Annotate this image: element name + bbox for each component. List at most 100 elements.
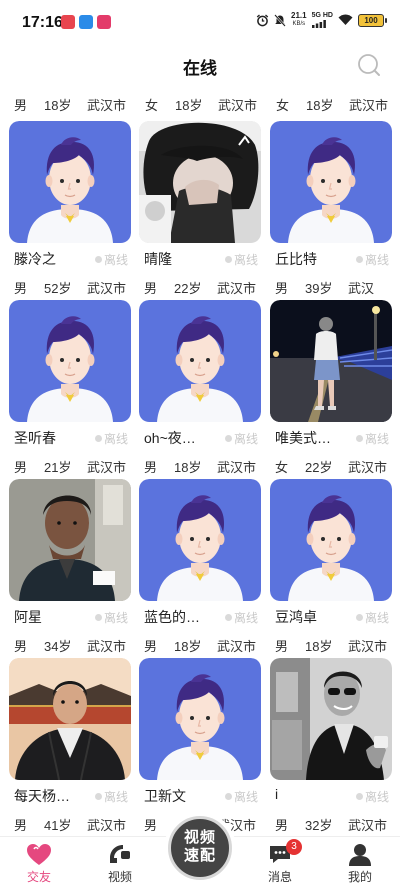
user-card[interactable] bbox=[9, 479, 131, 601]
user-gender: 男 bbox=[275, 818, 289, 833]
nav-tab-friends[interactable]: 交友 bbox=[9, 841, 69, 885]
offline-dot-icon bbox=[224, 435, 232, 442]
user-name-row: 豆鸿卓 离线 bbox=[275, 607, 389, 629]
user-photo[interactable] bbox=[270, 658, 392, 780]
nav-tab-video[interactable]: 视频 bbox=[90, 841, 150, 885]
default-avatar-image[interactable] bbox=[9, 300, 131, 422]
offline-status: 离线 bbox=[224, 251, 258, 268]
offline-status: 离线 bbox=[355, 430, 389, 447]
user-icon bbox=[349, 844, 371, 866]
user-card[interactable] bbox=[9, 300, 131, 422]
nav-label: 我的 bbox=[347, 870, 372, 884]
offline-status: 离线 bbox=[94, 251, 128, 268]
user-name: 晴隆 bbox=[144, 251, 172, 267]
notification-app-icon bbox=[97, 15, 111, 29]
user-age: 32岁 bbox=[305, 818, 333, 833]
offline-dot-icon bbox=[94, 793, 102, 800]
nav-label: 消息 bbox=[267, 870, 292, 884]
signal-icon bbox=[311, 20, 326, 28]
user-city: 武汉市 bbox=[87, 281, 127, 296]
user-age: 18岁 bbox=[175, 98, 203, 113]
offline-label: 离线 bbox=[233, 790, 258, 804]
user-name-row: i 离线 bbox=[275, 786, 389, 808]
default-avatar-image[interactable] bbox=[270, 121, 392, 243]
user-name-row: 晴隆 离线 bbox=[144, 249, 258, 271]
notification-icons bbox=[61, 15, 111, 29]
offline-dot-icon bbox=[94, 435, 102, 442]
offline-label: 离线 bbox=[364, 611, 389, 625]
offline-label: 离线 bbox=[233, 611, 258, 625]
user-age: 34岁 bbox=[44, 639, 72, 654]
notification-app-icon bbox=[61, 15, 75, 29]
nav-tab-profile[interactable]: 我的 bbox=[330, 841, 390, 885]
status-bar: 17:16 21.1 KB/s 5G HD 100 bbox=[0, 0, 400, 44]
user-card[interactable] bbox=[139, 300, 261, 422]
user-gender: 男 bbox=[275, 639, 289, 654]
user-age: 18岁 bbox=[174, 639, 202, 654]
user-card[interactable] bbox=[270, 300, 392, 422]
offline-label: 离线 bbox=[233, 432, 258, 446]
default-avatar-image[interactable] bbox=[270, 479, 392, 601]
quick-match-label: 视频 速配 bbox=[168, 816, 232, 880]
user-card[interactable] bbox=[9, 121, 131, 243]
user-name: oh~夜… bbox=[144, 430, 196, 446]
unread-badge: 3 bbox=[286, 839, 302, 855]
default-avatar-image[interactable] bbox=[139, 658, 261, 780]
offline-status: 离线 bbox=[224, 430, 258, 447]
user-city: 武汉 bbox=[348, 281, 375, 296]
status-time: 17:16 bbox=[22, 14, 63, 31]
user-card[interactable] bbox=[9, 658, 131, 780]
user-city: 武汉市 bbox=[217, 460, 257, 475]
user-card[interactable] bbox=[270, 121, 392, 243]
user-name: 丘比特 bbox=[275, 251, 317, 267]
top-header: 在线 bbox=[0, 44, 400, 88]
nav-tab-messages[interactable]: 3 消息 bbox=[250, 839, 310, 885]
user-gender: 男 bbox=[144, 818, 158, 833]
user-photo[interactable] bbox=[139, 121, 261, 243]
page-title: 在线 bbox=[183, 59, 217, 78]
user-card[interactable] bbox=[270, 479, 392, 601]
default-avatar-image[interactable] bbox=[9, 121, 131, 243]
user-age: 21岁 bbox=[44, 460, 72, 475]
offline-dot-icon bbox=[224, 793, 232, 800]
user-age: 52岁 bbox=[44, 281, 72, 296]
user-city: 武汉市 bbox=[348, 818, 388, 833]
offline-dot-icon bbox=[94, 614, 102, 621]
user-name: 蓝色的… bbox=[144, 609, 200, 625]
offline-dot-icon bbox=[355, 793, 363, 800]
default-avatar-image[interactable] bbox=[139, 479, 261, 601]
top-partial-info-row: 男 18岁 武汉市 女 18岁 武汉市 女 18岁 武汉市 bbox=[0, 93, 400, 115]
user-gender: 女 bbox=[145, 98, 159, 113]
user-gender: 男 bbox=[144, 639, 158, 654]
user-photo[interactable] bbox=[9, 658, 131, 780]
user-gender: 女 bbox=[275, 460, 289, 475]
user-age: 18岁 bbox=[305, 639, 333, 654]
user-name-row: 每天杨… 离线 bbox=[14, 786, 128, 808]
network-speed: 21.1 KB/s bbox=[291, 11, 307, 28]
user-city: 武汉市 bbox=[217, 639, 257, 654]
user-city: 武汉市 bbox=[87, 98, 127, 113]
user-card[interactable] bbox=[270, 658, 392, 780]
user-card[interactable] bbox=[139, 121, 261, 243]
user-gender: 男 bbox=[14, 818, 28, 833]
user-name-row: 阿星 离线 bbox=[14, 607, 128, 629]
user-name: 卫新文 bbox=[144, 788, 186, 804]
user-age: 18岁 bbox=[306, 98, 334, 113]
search-icon[interactable] bbox=[356, 52, 382, 78]
user-gender: 女 bbox=[276, 98, 290, 113]
offline-label: 离线 bbox=[364, 253, 389, 267]
user-name: 阿星 bbox=[14, 609, 42, 625]
offline-dot-icon bbox=[355, 435, 363, 442]
user-name: i bbox=[275, 786, 279, 802]
user-gender: 男 bbox=[14, 281, 28, 296]
user-gender: 男 bbox=[14, 639, 28, 654]
user-card[interactable] bbox=[139, 479, 261, 601]
default-avatar-image[interactable] bbox=[139, 300, 261, 422]
user-age: 22岁 bbox=[305, 460, 333, 475]
user-photo[interactable] bbox=[9, 479, 131, 601]
offline-status: 离线 bbox=[355, 609, 389, 626]
quick-match-button[interactable]: 视频 速配 bbox=[164, 812, 236, 884]
user-card[interactable] bbox=[139, 658, 261, 780]
user-photo[interactable] bbox=[270, 300, 392, 422]
status-indicators: 21.1 KB/s 5G HD 100 bbox=[256, 11, 387, 28]
